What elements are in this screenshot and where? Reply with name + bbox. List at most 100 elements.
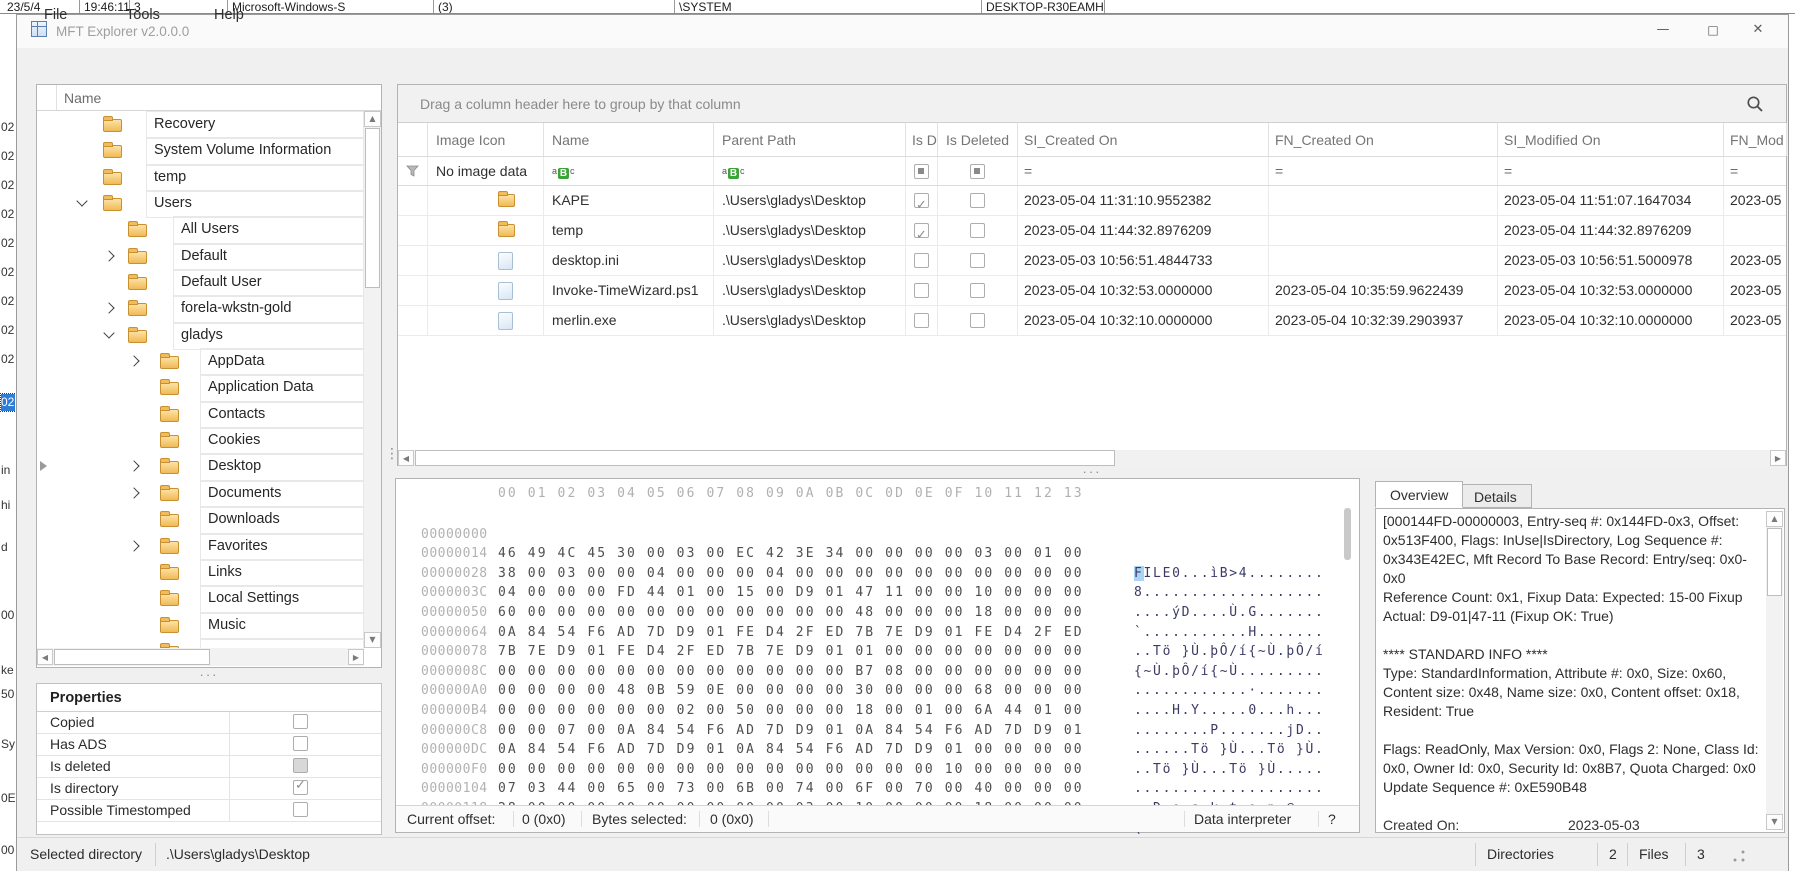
chevron-icon[interactable] <box>103 250 115 262</box>
filter-is-dir[interactable] <box>906 157 938 185</box>
tree-horizontal-scrollbar[interactable]: ◀ ▶ <box>37 648 364 666</box>
tree-node-label[interactable]: Application Data <box>200 374 364 403</box>
hex-row[interactable]: 0000003C 60 00 00 00 00 00 00 00 00 00 0… <box>396 564 1358 639</box>
property-checkbox[interactable] <box>293 802 308 817</box>
hex-row[interactable]: 00000050 0A 84 54 F6 AD 7D D9 01 FE D4 2… <box>396 583 1358 659</box>
tree-node-label[interactable]: Users <box>146 190 364 219</box>
filter-is-deleted[interactable] <box>938 157 1018 185</box>
menu-help[interactable]: Help <box>214 0 244 30</box>
grid-header-is-deleted[interactable]: Is Deleted <box>938 123 1018 156</box>
tree-node-label[interactable]: temp <box>146 163 364 193</box>
cell-name[interactable]: merlin.exe <box>544 306 714 335</box>
grid-header-fn-modified[interactable]: FN_Mod <box>1724 123 1787 156</box>
hex-row[interactable]: 000000DC 00 00 00 00 00 00 00 00 00 00 0… <box>396 721 1358 796</box>
chevron-icon[interactable] <box>128 487 140 499</box>
tree-row[interactable]: AppData <box>37 348 364 377</box>
scroll-down-icon[interactable]: ▼ <box>1766 814 1783 830</box>
tab-details[interactable]: Details <box>1459 484 1532 508</box>
hex-row[interactable]: 000000B4 00 00 07 00 0A 84 54 F6 AD 7D D… <box>396 681 1358 757</box>
hex-row[interactable]: 000000A0 00 00 00 00 00 00 02 00 50 00 0… <box>396 662 1358 737</box>
tree-node-label[interactable] <box>200 637 364 648</box>
filter-parent-path[interactable]: aBc <box>714 157 906 185</box>
chevron-icon[interactable] <box>128 355 140 367</box>
filter-name[interactable]: aBc <box>544 157 714 185</box>
hex-scroll-thumb[interactable] <box>1344 508 1351 560</box>
scroll-thumb[interactable] <box>415 450 1115 466</box>
tree-node-label[interactable]: Default <box>173 242 364 272</box>
cell-name[interactable]: desktop.ini <box>544 246 714 275</box>
group-by-bar[interactable]: Drag a column header here to group by th… <box>398 85 1786 123</box>
indeterminate-checkbox[interactable] <box>914 164 929 179</box>
filter-image-icon[interactable]: No image data <box>428 157 544 185</box>
file-row[interactable]: temp .\Users\gladys\Desktop 2023-05-04 1… <box>398 216 1786 246</box>
tree-node-label[interactable]: Contacts <box>200 400 364 430</box>
cell-si-modified[interactable]: 2023-05-04 10:32:10.0000000 <box>1498 306 1724 335</box>
grid-header-fn-created[interactable]: FN_Created On <box>1269 123 1498 156</box>
tree-row[interactable]: Downloads <box>37 506 364 535</box>
is-deleted-checkbox[interactable] <box>970 253 985 268</box>
hex-row[interactable]: 00000104 28 00 00 00 00 00 00 00 00 00 0… <box>396 760 1358 835</box>
cell-parent-path[interactable]: .\Users\gladys\Desktop <box>714 306 906 335</box>
tree-row[interactable] <box>37 637 364 648</box>
tree-node-label[interactable]: Local Settings <box>200 585 364 614</box>
menu-tools[interactable]: Tools <box>126 0 160 30</box>
tree-node-label[interactable]: Downloads <box>200 506 364 535</box>
tree-properties-splitter[interactable]: ··· <box>36 668 382 683</box>
cell-si-created[interactable]: 2023-05-04 11:31:10.9552382 <box>1018 186 1269 215</box>
tree-row[interactable]: Cookies <box>37 427 364 456</box>
chevron-icon[interactable] <box>128 460 140 473</box>
tab-overview[interactable]: Overview <box>1375 481 1464 508</box>
close-button[interactable]: ✕ <box>1742 18 1774 42</box>
cell-si-created[interactable]: 2023-05-04 10:32:10.0000000 <box>1018 306 1269 335</box>
is-dir-checkbox[interactable] <box>914 221 929 245</box>
chevron-icon[interactable] <box>103 327 115 339</box>
cell-fn-modified[interactable]: 2023-05 <box>1724 276 1787 305</box>
grid-hex-splitter[interactable]: ··· <box>397 465 1787 478</box>
cell-name[interactable]: Invoke-TimeWizard.ps1 <box>544 276 714 305</box>
cell-fn-modified[interactable]: 2023-05 <box>1724 186 1787 215</box>
cell-si-created[interactable]: 2023-05-04 10:32:53.0000000 <box>1018 276 1269 305</box>
cell-fn-created[interactable] <box>1269 246 1498 275</box>
scroll-thumb[interactable] <box>1767 528 1782 596</box>
tree-node-label[interactable]: Default User <box>173 269 364 298</box>
search-icon[interactable] <box>1746 95 1764 116</box>
tree-node-label[interactable]: forela-wkstn-gold <box>173 295 364 324</box>
cell-fn-created[interactable] <box>1269 186 1498 215</box>
tree-node-label[interactable]: Recovery <box>146 111 364 140</box>
tree-node-label[interactable]: Music <box>200 611 364 640</box>
file-row[interactable]: desktop.ini .\Users\gladys\Desktop 2023-… <box>398 246 1786 276</box>
indeterminate-checkbox[interactable] <box>970 164 985 179</box>
file-row[interactable]: Invoke-TimeWizard.ps1 .\Users\gladys\Des… <box>398 276 1786 306</box>
tree-row[interactable]: Contacts <box>37 400 364 430</box>
tree-row[interactable]: Links <box>37 558 364 588</box>
scroll-right-icon[interactable]: ▶ <box>1770 450 1786 466</box>
chevron-icon[interactable] <box>128 539 140 552</box>
cell-si-modified[interactable]: 2023-05-04 10:32:53.0000000 <box>1498 276 1724 305</box>
grid-header-is-dir[interactable]: Is Dir <box>906 123 938 156</box>
tree-node-label[interactable]: gladys <box>173 321 364 351</box>
scroll-up-icon[interactable]: ▲ <box>1766 511 1783 527</box>
filter-fn-created[interactable]: = <box>1269 157 1498 185</box>
is-deleted-checkbox[interactable] <box>970 313 985 328</box>
cell-fn-modified[interactable]: 2023-05 <box>1724 246 1787 275</box>
data-interpreter-button[interactable]: Data interpreter <box>1194 806 1291 833</box>
cell-parent-path[interactable]: .\Users\gladys\Desktop <box>714 216 906 245</box>
hex-row[interactable]: 00000118 8D 22 92 75 A0 E9 ED 11 9B C7 0… <box>396 779 1358 855</box>
scroll-thumb[interactable] <box>54 649 210 665</box>
property-checkbox[interactable] <box>293 778 308 795</box>
tree-row[interactable]: Local Settings <box>37 585 364 614</box>
tree-node-label[interactable]: Links <box>200 558 364 588</box>
menu-file[interactable]: File <box>44 0 67 30</box>
tree-node-label[interactable]: Cookies <box>200 427 364 456</box>
grid-header-si-created[interactable]: SI_Created On <box>1018 123 1269 156</box>
cell-si-created[interactable]: 2023-05-03 10:56:51.4844733 <box>1018 246 1269 275</box>
is-dir-checkbox[interactable] <box>914 283 929 298</box>
tree-row[interactable]: Desktop <box>37 453 364 482</box>
tree-row[interactable]: Recovery <box>37 111 364 140</box>
is-deleted-checkbox[interactable] <box>970 193 985 208</box>
is-dir-checkbox[interactable] <box>914 313 929 328</box>
hex-row[interactable]: 00000078 00 00 00 00 00 00 00 00 00 00 0… <box>396 623 1358 698</box>
hex-row[interactable]: 00000064 7B 7E D9 01 FE D4 2F ED 7B 7E D… <box>396 603 1358 679</box>
tree-node-label[interactable]: AppData <box>200 348 364 377</box>
grid-header-image-icon[interactable]: Image Icon <box>428 123 544 156</box>
